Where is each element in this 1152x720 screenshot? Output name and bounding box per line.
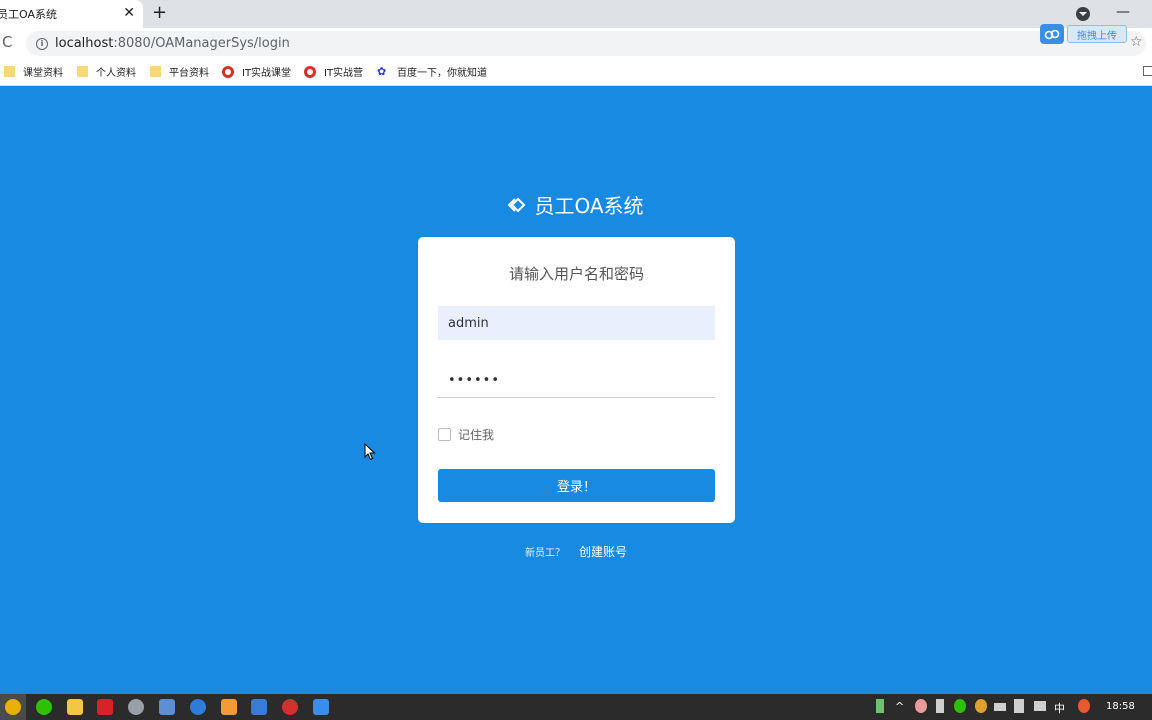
brand-header: 员工OA系统: [0, 190, 1152, 219]
tray-expand-icon[interactable]: ^: [895, 700, 904, 713]
browser-tab[interactable]: 员工OA系统 ✕: [0, 0, 143, 28]
file-explorer-icon[interactable]: [67, 699, 83, 715]
remember-me-checkbox[interactable]: 记住我: [438, 426, 494, 443]
bookmark-item[interactable]: IT实战课堂: [222, 64, 291, 79]
address-bar[interactable]: i localhost:8080/OAManagerSys/login: [26, 31, 1146, 56]
settings-gear-icon[interactable]: [128, 699, 144, 715]
bookmark-label: 个人资料: [96, 68, 136, 79]
login-button[interactable]: 登录！: [438, 469, 715, 502]
folder-icon: [77, 66, 88, 77]
chrome-shield-icon: [304, 65, 316, 78]
checkbox-box[interactable]: [438, 428, 451, 441]
minimize-button[interactable]: —: [1116, 4, 1130, 20]
bookmark-item[interactable]: 个人资料: [77, 64, 136, 79]
bookmark-label: IT实战课堂: [242, 68, 292, 79]
browser-toolbar: C i localhost:8080/OAManagerSys/login ☆: [0, 28, 1152, 58]
info-icon[interactable]: i: [36, 37, 48, 50]
bookmark-label: 百度一下，你就知道: [397, 68, 487, 79]
reload-icon[interactable]: C: [2, 33, 12, 51]
pet-app-icon[interactable]: [915, 699, 927, 713]
chrome-shield-icon: [222, 65, 234, 78]
taskbar: ^ 中 18:58: [0, 694, 1152, 720]
sublime-icon[interactable]: [221, 699, 237, 715]
login-page: 员工OA系统 请输入用户名和密码 admin •••••• 记住我 登录！ 新员…: [0, 86, 1152, 694]
bookmark-item[interactable]: 平台资料: [150, 64, 209, 79]
feather-app-icon[interactable]: [190, 699, 206, 715]
bookmark-item[interactable]: 课堂资料: [4, 64, 63, 79]
bookmark-label: 平台资料: [169, 68, 209, 79]
bookmark-label: 课堂资料: [23, 68, 63, 79]
close-icon[interactable]: ✕: [123, 5, 135, 21]
tab-title: 员工OA系统: [0, 8, 57, 21]
battery-icon[interactable]: [994, 703, 1006, 711]
new-tab-button[interactable]: +: [152, 3, 167, 23]
username-input[interactable]: admin: [438, 306, 715, 340]
footer-links: 新员工？ 创建账号: [0, 543, 1152, 560]
card-title: 请输入用户名和密码: [508, 265, 644, 283]
battery-app-icon[interactable]: [876, 699, 884, 713]
volume-icon[interactable]: [1014, 699, 1024, 713]
folder-icon: [150, 66, 161, 77]
bookmark-item[interactable]: IT实战营: [304, 64, 363, 79]
brand-logo-icon: [508, 197, 526, 212]
wechat-icon[interactable]: [36, 699, 52, 715]
baidu-netdisk-icon[interactable]: [313, 699, 329, 715]
wechat-tray-icon[interactable]: [954, 699, 966, 713]
new-staff-text: 新员工？: [524, 548, 565, 559]
bookmark-item[interactable]: ✿ 百度一下，你就知道: [377, 64, 487, 79]
network-tool-icon[interactable]: [251, 699, 267, 715]
password-input[interactable]: ••••••: [438, 364, 715, 398]
remember-me-label: 记住我: [458, 428, 495, 442]
bookmark-star-icon[interactable]: ☆: [1130, 34, 1143, 50]
taskbar-clock[interactable]: 18:58: [1106, 701, 1135, 712]
qq-tray-icon[interactable]: [975, 699, 987, 713]
reading-list-icon[interactable]: [1143, 66, 1152, 76]
bookmark-label: IT实战营: [324, 68, 364, 79]
bookmarks-bar: 课堂资料 个人资料 平台资料 IT实战课堂 IT实战营 ✿ 百度一下，你就知道: [0, 58, 1152, 86]
chrome-icon[interactable]: [5, 699, 21, 715]
wps-icon[interactable]: [97, 699, 113, 715]
baidu-paw-icon: ✿: [377, 64, 387, 78]
url-text: localhost:8080/OAManagerSys/login: [55, 36, 290, 51]
notepad-icon[interactable]: [159, 699, 175, 715]
upload-button[interactable]: 拖拽上传: [1067, 25, 1127, 43]
cloud-icon: [1040, 24, 1064, 44]
login-card: 请输入用户名和密码 admin •••••• 记住我 登录！: [418, 237, 735, 523]
sogou-icon[interactable]: [1078, 699, 1090, 713]
tab-strip: 员工OA系统 ✕ + —: [0, 0, 1152, 28]
tab-search-icon[interactable]: [1076, 7, 1090, 21]
microphone-icon[interactable]: [936, 699, 944, 713]
url-host: localhost: [55, 36, 114, 51]
upload-widget[interactable]: 拖拽上传: [1040, 24, 1127, 44]
ime-indicator[interactable]: 中: [1054, 700, 1065, 716]
folder-icon: [4, 66, 15, 77]
url-path: :8080/OAManagerSys/login: [113, 36, 290, 51]
create-account-link[interactable]: 创建账号: [579, 543, 627, 560]
netease-music-icon[interactable]: [282, 699, 298, 715]
brand-title: 员工OA系统: [534, 194, 644, 218]
network-icon[interactable]: [1034, 701, 1046, 711]
